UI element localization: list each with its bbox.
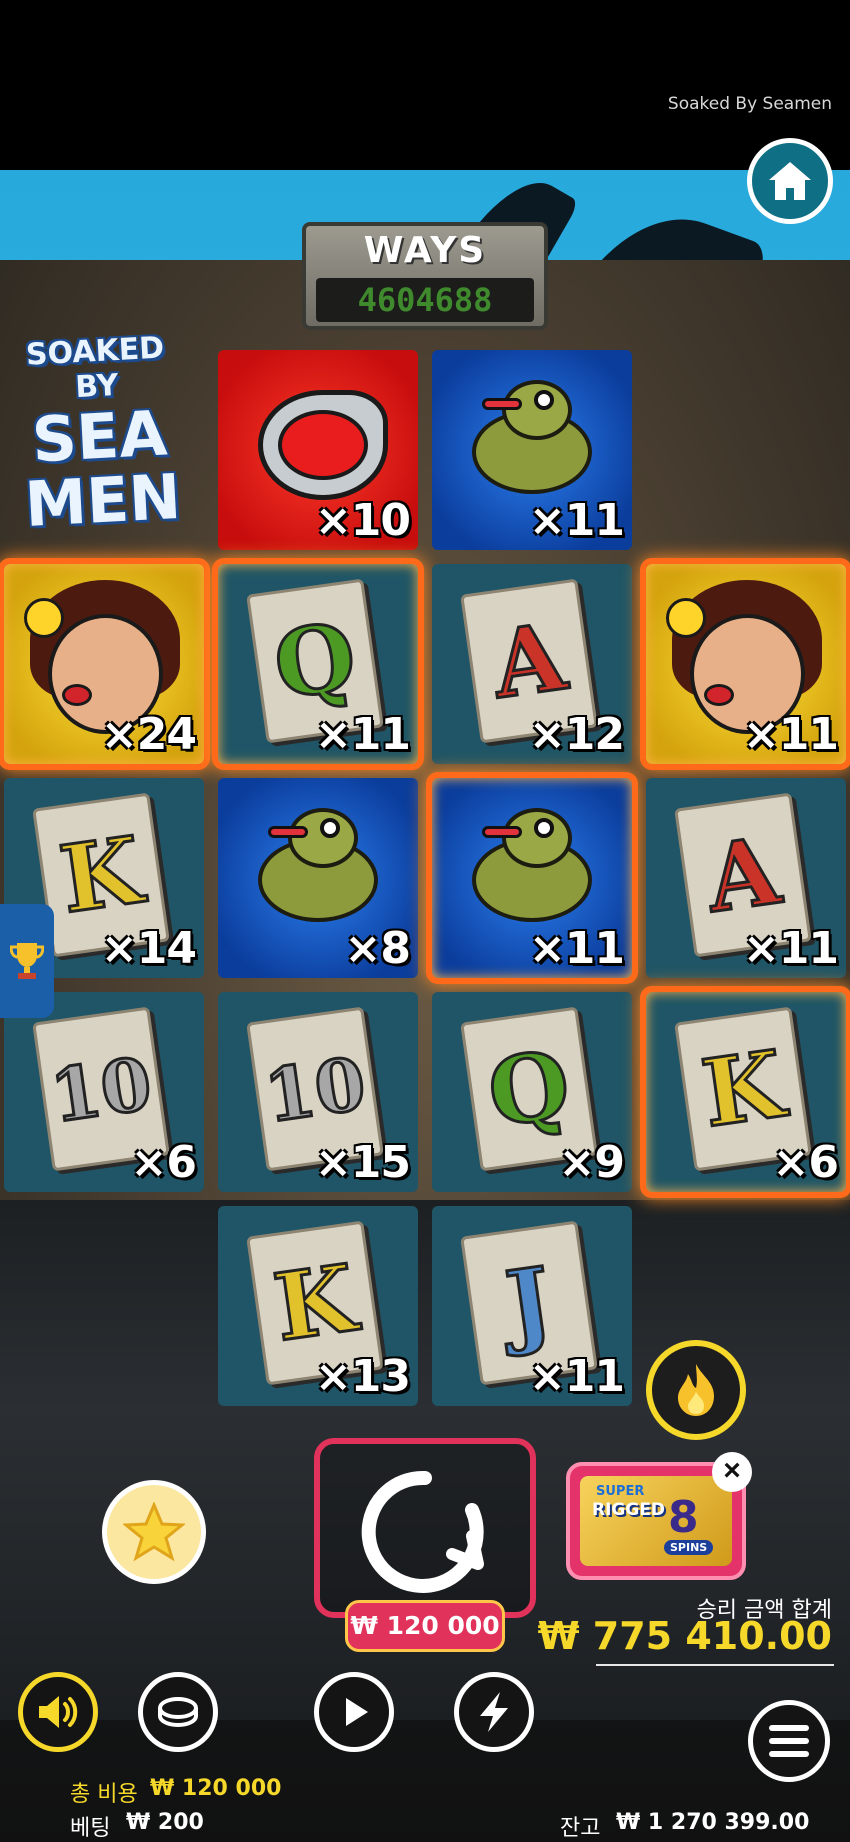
reel-cell: ×24 — [0, 558, 210, 770]
spin-icon — [361, 1470, 484, 1593]
reel-cell: ×11 — [640, 558, 850, 770]
reel-cell: J ×11 — [432, 1206, 632, 1406]
symbol-multiplier: ×13 — [314, 1351, 411, 1402]
sound-button[interactable] — [18, 1672, 98, 1752]
play-icon — [346, 1698, 368, 1726]
reel-cell: 10 ×15 — [218, 992, 418, 1192]
symbol-multiplier: ×11 — [742, 709, 839, 760]
reel-cell: K ×6 — [640, 986, 850, 1198]
reel-cell: Q ×9 — [432, 992, 632, 1192]
trophy-icon — [10, 943, 44, 979]
symbol-multiplier: ×9 — [558, 1137, 625, 1188]
reel-cell: A ×11 — [646, 778, 846, 978]
symbol-multiplier: ×15 — [314, 1137, 411, 1188]
frog-symbol-icon — [248, 808, 388, 928]
total-win-value: ₩ 775 410.00 — [537, 1614, 832, 1658]
balance-label: 잔고 — [560, 1816, 601, 1841]
reel-cell: ×11 — [432, 350, 632, 550]
promo-spins-label: SPINS — [664, 1540, 714, 1555]
promo-super-label: SUPER — [596, 1484, 645, 1499]
buy-feature-button[interactable] — [646, 1340, 746, 1440]
leaderboard-tab[interactable] — [0, 904, 54, 1018]
reel-cell: Q ×11 — [212, 558, 424, 770]
spin-cost-badge: ₩ 120 000 — [345, 1600, 505, 1652]
logo-line-3: MEN — [23, 459, 183, 541]
win-divider — [596, 1664, 834, 1666]
menu-button[interactable] — [748, 1700, 830, 1782]
symbol-multiplier: ×24 — [100, 709, 197, 760]
autoplay-button[interactable] — [314, 1672, 394, 1752]
turbo-button[interactable] — [454, 1672, 534, 1752]
reel-cell: K ×13 — [218, 1206, 418, 1406]
balance-value: ₩ 1 270 399.00 — [616, 1810, 810, 1835]
ways-value: 4604688 — [316, 278, 534, 322]
ways-label: WAYS — [363, 230, 487, 271]
reel-cell: ×11 — [426, 772, 638, 984]
coin-icon — [158, 1697, 198, 1728]
bet-settings-button[interactable] — [138, 1672, 218, 1752]
reel-cell: 10 ×6 — [4, 992, 204, 1192]
sound-icon — [39, 1696, 78, 1728]
symbol-multiplier: ×8 — [344, 923, 411, 974]
symbol-multiplier: ×6 — [130, 1137, 197, 1188]
reel-cell: ×10 — [218, 350, 418, 550]
frog-symbol-icon — [462, 380, 602, 500]
game-logo: SOAKED BY SEA MEN — [0, 329, 199, 541]
lightning-icon — [480, 1692, 508, 1732]
ways-counter: WAYS 4604688 — [302, 222, 548, 330]
frog-symbol-icon — [462, 808, 602, 928]
menu-icon — [769, 1725, 809, 1757]
favorites-button[interactable] — [102, 1480, 206, 1584]
top-bar: Soaked By Seamen — [0, 0, 850, 170]
symbol-multiplier: ×14 — [100, 923, 197, 974]
total-cost-value: ₩ 120 000 — [150, 1776, 282, 1801]
symbol-multiplier: ×6 — [772, 1137, 839, 1188]
symbol-multiplier: ×11 — [528, 923, 625, 974]
promo-banner: SUPER RIGGED 8 SPINS — [580, 1476, 732, 1566]
promo-rigged-label: RIGGED — [592, 1500, 666, 1520]
total-cost-label: 총 비용 — [70, 1782, 138, 1807]
symbol-multiplier: ×11 — [528, 495, 625, 546]
home-icon — [769, 162, 811, 200]
spin-button[interactable] — [314, 1438, 536, 1618]
symbol-multiplier: ×10 — [314, 495, 411, 546]
reel-cell: ×8 — [218, 778, 418, 978]
promo-number: 8 — [668, 1492, 699, 1543]
bet-label: 베팅 — [70, 1816, 111, 1841]
reel-cell: A ×12 — [432, 564, 632, 764]
close-promo-button[interactable]: × — [712, 1452, 752, 1492]
symbol-multiplier: ×11 — [314, 709, 411, 760]
home-button[interactable] — [747, 138, 833, 224]
star-icon — [123, 1502, 185, 1562]
symbol-multiplier: ×12 — [528, 709, 625, 760]
symbol-multiplier: ×11 — [528, 1351, 625, 1402]
bet-value: ₩ 200 — [126, 1810, 204, 1835]
symbol-multiplier: ×11 — [742, 923, 839, 974]
fire-icon — [678, 1364, 714, 1416]
game-title: Soaked By Seamen — [667, 94, 832, 114]
